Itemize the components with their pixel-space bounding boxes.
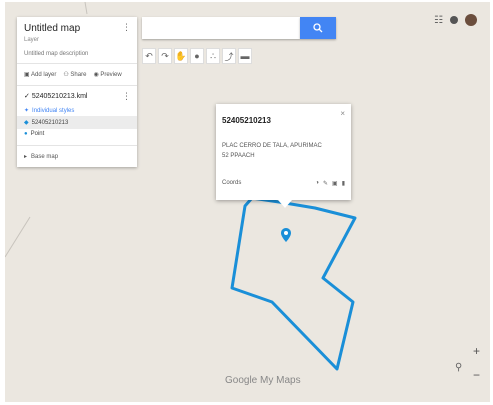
photo-icon[interactable]: ▣	[332, 180, 338, 187]
apps-grid-icon[interactable]: ☷	[434, 15, 443, 26]
preview-button[interactable]: ◉ Preview	[93, 71, 121, 78]
delete-icon[interactable]: ▮	[342, 180, 345, 187]
my-maps-label: My Maps	[260, 375, 301, 386]
measure-button[interactable]: ▬	[238, 48, 252, 64]
search-input[interactable]	[142, 17, 300, 39]
popup-address: PLAC CERRO DE TALA, APURIMAC 52 PPAACH	[222, 141, 322, 161]
zoom-in-icon[interactable]: +	[473, 344, 480, 358]
coords-label: Coords	[222, 180, 242, 186]
feature-label: Point	[30, 131, 45, 137]
select-tool-button[interactable]: ✋	[174, 48, 188, 64]
list-item[interactable]: ◆ 52405210213	[17, 116, 137, 129]
layer-title[interactable]: ✓ 52405210213.kml	[24, 92, 130, 100]
base-map-toggle[interactable]: ▸ Base map	[17, 146, 137, 167]
map-subtitle: Layer	[24, 37, 40, 43]
add-layer-button[interactable]: ▣ Add layer	[24, 71, 56, 78]
share-button[interactable]: ⚇ Share	[63, 71, 86, 78]
map-toolbar: ↶ ↷ ✋ ● ∴ ⤴ ▬	[142, 48, 252, 66]
zoom-out-icon[interactable]: −	[473, 368, 480, 382]
popup-title: 52405210213	[222, 116, 271, 125]
search-icon	[313, 23, 323, 33]
avatar[interactable]	[464, 14, 477, 26]
notifications-icon[interactable]	[449, 16, 458, 24]
map-road	[84, 2, 88, 15]
add-layer-label: Add layer	[31, 72, 57, 78]
google-logo: Google	[225, 375, 258, 386]
map-description[interactable]: Untitled map description	[24, 51, 130, 57]
style-icon[interactable]: ◑	[315, 180, 319, 187]
brand-logo: Google My Maps	[225, 375, 301, 386]
map-options-icon[interactable]: ⋮	[122, 23, 131, 32]
undo-button[interactable]: ↶	[142, 48, 156, 64]
layer-title-text: 52405210213.kml	[31, 93, 88, 100]
map-road	[5, 216, 31, 258]
popup-address-line2: 52 PPAACH	[222, 153, 255, 159]
feature-label: 52405210213	[31, 119, 69, 126]
base-map-label: Base map	[31, 153, 59, 160]
add-marker-button[interactable]: ●	[190, 48, 204, 64]
chevron-right-icon: ▸	[24, 154, 28, 160]
layer-options-icon[interactable]: ⋮	[122, 92, 131, 101]
marker-icon: ●	[24, 131, 28, 137]
panel-actions: ▣ Add layer ⚇ Share ◉ Preview	[17, 64, 137, 86]
map-title[interactable]: Untitled map	[24, 23, 130, 34]
individual-styles-label: Individual styles	[32, 107, 75, 114]
polygon-icon: ◆	[24, 120, 29, 126]
zoom-controls: + −	[473, 344, 480, 382]
popup-actions: ◑ ✎ ▣ ▮	[315, 180, 345, 187]
search-button[interactable]	[300, 17, 336, 39]
map-pin-icon[interactable]	[281, 228, 291, 247]
map-info-section: Untitled map Layer Untitled map descript…	[17, 17, 137, 64]
pegman-icon[interactable]: ⚲	[455, 362, 462, 373]
style-brush-icon: ✦	[24, 108, 30, 114]
directions-button[interactable]: ⤴	[222, 48, 236, 64]
top-right-controls: ☷	[434, 14, 477, 26]
list-item[interactable]: ● Point	[24, 129, 130, 139]
share-label: Share	[70, 72, 87, 78]
close-icon[interactable]: ×	[340, 109, 345, 118]
popup-address-line1: PLAC CERRO DE TALA, APURIMAC	[222, 143, 322, 149]
polygon-outline[interactable]	[230, 196, 357, 371]
layers-panel: Untitled map Layer Untitled map descript…	[17, 17, 137, 167]
edit-icon[interactable]: ✎	[323, 180, 328, 187]
info-popup: 52405210213 × PLAC CERRO DE TALA, APURIM…	[216, 104, 351, 208]
layer-section: ✓ 52405210213.kml ⋮ ✦ Individual styles …	[17, 86, 137, 146]
individual-styles-link[interactable]: ✦ Individual styles	[24, 105, 130, 116]
preview-label: Preview	[100, 72, 122, 78]
redo-button[interactable]: ↷	[158, 48, 172, 64]
popup-footer: Coords ◑ ✎ ▣ ▮	[222, 180, 345, 187]
draw-line-button[interactable]: ∴	[206, 48, 220, 64]
